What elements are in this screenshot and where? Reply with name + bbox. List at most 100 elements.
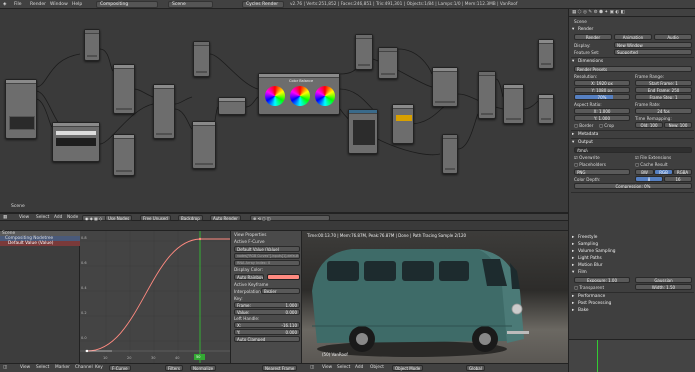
viewer-node[interactable]: [503, 84, 524, 124]
node-menu-view[interactable]: View: [19, 215, 29, 220]
frame-rate-select[interactable]: 24 fps: [635, 108, 692, 114]
mix-node-d[interactable]: [392, 104, 414, 144]
menu-help[interactable]: Help: [72, 2, 82, 7]
file-extensions-checkbox[interactable]: ☑ File Extensions: [635, 155, 671, 160]
value-node-e[interactable]: [442, 134, 458, 174]
mix-node-b[interactable]: [113, 134, 135, 176]
film-panel-header[interactable]: Film: [571, 269, 694, 276]
view3d-menu-view[interactable]: View: [322, 365, 332, 370]
active-keyframe-header[interactable]: Active Keyframe: [234, 282, 268, 287]
metadata-panel-header[interactable]: Metadata: [571, 131, 694, 138]
menu-render[interactable]: Render: [30, 2, 46, 7]
render-engine-select[interactable]: Cycles Render: [242, 1, 284, 8]
node-editor[interactable]: Color Balance Scene: [0, 9, 568, 213]
snap-select[interactable]: Nearest Frame: [262, 365, 298, 371]
menu-window[interactable]: Window: [50, 2, 68, 7]
object-mode-select[interactable]: Object Mode: [392, 365, 424, 371]
current-frame-indicator[interactable]: 50: [196, 355, 200, 359]
light-paths-panel-header[interactable]: Light Paths: [571, 255, 694, 262]
key-value-field[interactable]: Value: 0.000: [234, 309, 300, 315]
output-panel-header[interactable]: Output: [571, 139, 694, 146]
interpolation-select[interactable]: Bezier: [261, 288, 300, 294]
view3d-menu-add[interactable]: Add: [355, 365, 363, 370]
cache-result-checkbox[interactable]: ▢ Cache Result: [635, 162, 668, 167]
graph-editor-type-icon[interactable]: ◫: [3, 365, 7, 370]
properties-tabs[interactable]: ▦ ⬡ ◎ ✎ ⚙ ⬢ ✦ ▣ ◐ ◧: [569, 9, 695, 17]
start-frame-field[interactable]: Start Frame: 1: [635, 80, 692, 86]
curve-color-swatch[interactable]: [267, 274, 300, 280]
mix-node-a[interactable]: [113, 64, 135, 114]
value-node-a[interactable]: [84, 29, 100, 61]
view3d-menu-object[interactable]: Object: [370, 365, 384, 370]
view3d-type-icon[interactable]: ◫: [310, 365, 314, 370]
remap-new-field[interactable]: New: 100: [664, 122, 692, 128]
render-layers-node[interactable]: [5, 79, 37, 139]
image-node[interactable]: [52, 122, 100, 162]
value-node-d[interactable]: [378, 47, 398, 79]
aspect-y-field[interactable]: Y: 1.000: [574, 115, 630, 121]
placeholders-checkbox[interactable]: ▢ Placeholders: [574, 162, 606, 167]
audio-button[interactable]: Audio: [654, 34, 692, 40]
view-properties-header[interactable]: View Properties: [234, 232, 266, 237]
resolution-percentage-slider[interactable]: 70%: [574, 94, 630, 100]
graph-editor[interactable]: 0.8 0.6 0.4 0.2 0.0 10 20 30 40 50: [80, 231, 230, 363]
node-menu-add[interactable]: Add: [54, 215, 62, 220]
end-frame-field[interactable]: End Frame: 250: [635, 87, 692, 93]
channel-fcurve[interactable]: Default Value (Value): [8, 241, 53, 246]
overwrite-checkbox[interactable]: ☑ Overwrite: [574, 155, 600, 160]
graph-menu-channel[interactable]: Channel: [75, 365, 93, 370]
lift-color-wheel[interactable]: [265, 86, 285, 106]
crop-checkbox[interactable]: ▢ Crop: [599, 123, 614, 128]
left-handle-y-field[interactable]: Y: 0.000: [234, 329, 300, 335]
depth-8-button[interactable]: 8: [635, 176, 663, 182]
bake-panel-header[interactable]: Bake: [571, 307, 694, 314]
graph-menu-view[interactable]: View: [20, 365, 30, 370]
scene-select[interactable]: Scene: [168, 1, 213, 8]
color-bw-button[interactable]: BW: [635, 169, 654, 175]
border-checkbox[interactable]: ▢ Border: [574, 123, 593, 128]
post-processing-panel-header[interactable]: Post Processing: [571, 300, 694, 307]
render-presets-select[interactable]: Render Presets: [574, 66, 692, 72]
alpha-over-node[interactable]: [218, 97, 246, 115]
graph-menu-marker[interactable]: Marker: [55, 365, 70, 370]
render-panel-header[interactable]: Render: [571, 26, 694, 33]
transparent-checkbox[interactable]: ▢ Transparent: [574, 285, 604, 290]
graph-mode-select[interactable]: F-Curve: [109, 365, 131, 371]
compression-slider[interactable]: Compression: 0%: [574, 183, 692, 189]
menu-file[interactable]: File: [14, 2, 22, 7]
filter-node[interactable]: [192, 121, 216, 169]
color-balance-node[interactable]: Color Balance: [258, 73, 340, 115]
output-path-field[interactable]: /tmp\: [574, 147, 692, 153]
value-node-c[interactable]: [355, 34, 373, 70]
rendered-viewport[interactable]: Time:00:13.70 | Mem:76.87M, Peak:76.87M …: [302, 231, 568, 363]
file-format-select[interactable]: PNG: [574, 169, 630, 175]
node-menu-node[interactable]: Node: [67, 215, 78, 220]
view3d-menu-select[interactable]: Select: [337, 365, 350, 370]
volume-sampling-panel-header[interactable]: Volume Sampling: [571, 248, 694, 255]
resolution-y-field[interactable]: Y: 1080 px: [574, 87, 630, 93]
value-node-b[interactable]: [193, 41, 210, 77]
fcurve-name-field[interactable]: Default Value (Value): [234, 246, 300, 252]
rna-index-field[interactable]: RNA Array Index: 0: [234, 260, 300, 266]
rna-path-field[interactable]: nodes["RGB Curves"].inputs[1].default_va…: [234, 253, 300, 259]
active-fcurve-header[interactable]: Active F-Curve: [234, 239, 265, 244]
timeline-mini[interactable]: [569, 339, 695, 372]
aspect-x-field[interactable]: X: 1.000: [574, 108, 630, 114]
graph-channels[interactable]: Scene Compositing Nodetree Default Value…: [0, 231, 80, 363]
remap-old-field[interactable]: Old: 100: [635, 122, 663, 128]
transform-orientation-select[interactable]: Global: [466, 365, 485, 371]
mix-node-e[interactable]: [432, 67, 458, 107]
left-handle-x-field[interactable]: X: -16.110: [234, 322, 300, 328]
gamma-color-wheel[interactable]: [290, 86, 310, 106]
editor-type-icon[interactable]: ▦: [3, 215, 7, 220]
filters-button[interactable]: Filters: [165, 365, 183, 371]
mix-node-c[interactable]: [153, 84, 175, 139]
fcurve-graph[interactable]: [80, 231, 230, 363]
blender-logo-icon[interactable]: ◈: [3, 2, 6, 7]
render-button[interactable]: Render: [574, 34, 612, 40]
depth-16-button[interactable]: 16: [664, 176, 692, 182]
properties-editor[interactable]: ▦ ⬡ ◎ ✎ ⚙ ⬢ ✦ ▣ ◐ ◧ Scene Render Render …: [568, 9, 695, 372]
value-node-f[interactable]: [478, 71, 496, 119]
graph-menu-key[interactable]: Key: [95, 365, 103, 370]
dimensions-panel-header[interactable]: Dimensions: [571, 58, 694, 65]
